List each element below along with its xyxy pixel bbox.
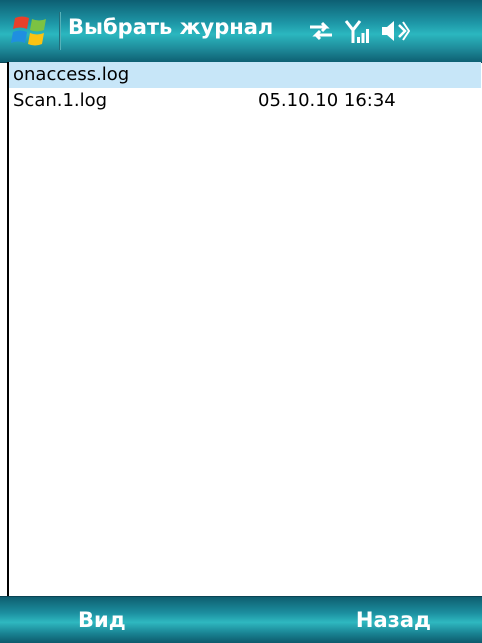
title-bar: Выбрать журнал xyxy=(0,0,482,63)
list-item[interactable]: onaccess.log xyxy=(9,62,481,88)
volume-icon[interactable] xyxy=(380,18,410,44)
start-button[interactable] xyxy=(6,8,56,54)
windows-flag-icon xyxy=(11,16,46,46)
back-softkey[interactable]: Назад xyxy=(356,597,431,643)
file-date: 05.10.10 16:34 xyxy=(258,90,396,111)
status-icons[interactable] xyxy=(308,14,410,48)
signal-strength-icon[interactable] xyxy=(344,18,370,44)
log-file-list[interactable]: onaccess.log Scan.1.log 05.10.10 16:34 xyxy=(7,62,481,596)
softkey-bar: Вид Назад xyxy=(0,596,482,643)
file-name: Scan.1.log xyxy=(13,90,108,111)
title-separator xyxy=(59,12,61,50)
window-title: Выбрать журнал xyxy=(68,15,274,39)
connectivity-arrows-icon[interactable] xyxy=(308,20,334,42)
view-softkey[interactable]: Вид xyxy=(78,597,126,643)
list-item[interactable]: Scan.1.log 05.10.10 16:34 xyxy=(9,88,481,114)
file-name: onaccess.log xyxy=(13,64,130,85)
